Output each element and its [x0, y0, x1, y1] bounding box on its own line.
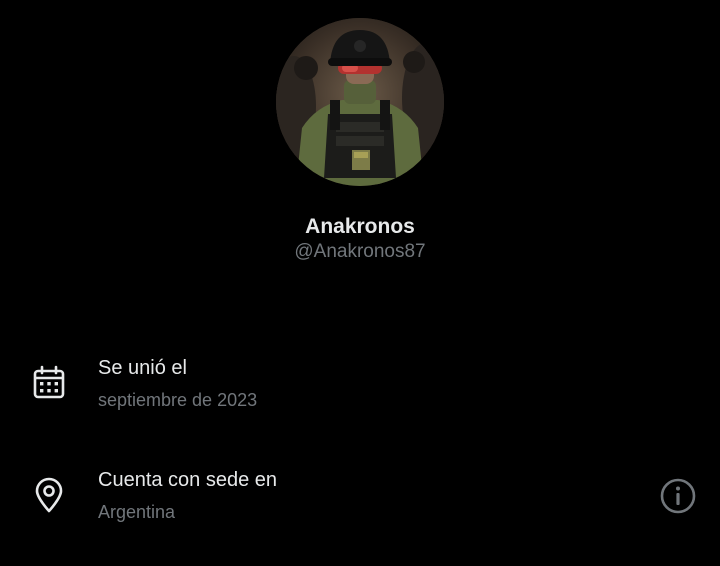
calendar-icon — [30, 364, 68, 402]
avatar-photo — [276, 18, 444, 186]
location-label: Cuenta con sede en — [98, 469, 278, 491]
joined-label: Se unió el — [98, 357, 187, 379]
info-icon[interactable] — [658, 476, 698, 516]
about-account-screen: Anakronos @Anakronos87 Se unió el septie… — [0, 0, 720, 566]
joined-date: septiembre de 2023 — [98, 390, 258, 410]
profile-display-name: Anakronos — [305, 215, 415, 238]
profile-avatar — [276, 18, 444, 186]
profile-handle: @Anakronos87 — [294, 241, 426, 262]
location-value: Argentina — [98, 502, 176, 522]
location-pin-icon — [30, 476, 68, 514]
